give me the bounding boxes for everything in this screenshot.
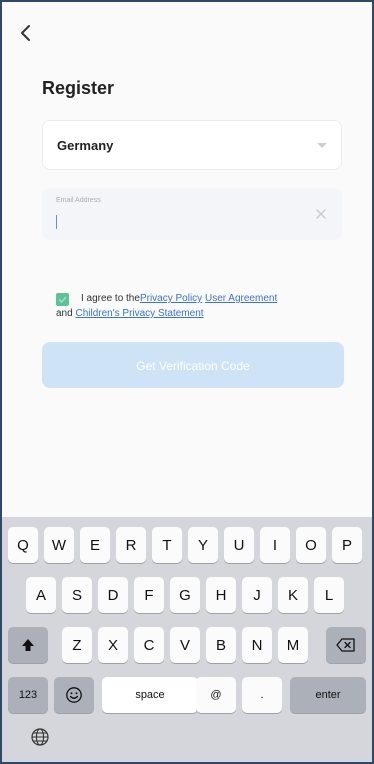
keyboard: Q W E R T Y U I O P A S D F G H J K L Z … bbox=[2, 517, 372, 762]
key-d[interactable]: D bbox=[98, 577, 128, 613]
key-w[interactable]: W bbox=[44, 527, 74, 563]
key-m[interactable]: M bbox=[278, 627, 308, 663]
enter-key[interactable]: enter bbox=[290, 677, 366, 713]
dot-key[interactable]: . bbox=[242, 677, 282, 713]
backspace-key[interactable] bbox=[326, 627, 366, 663]
email-label: Email Address bbox=[56, 197, 101, 204]
children-privacy-link[interactable]: Children's Privacy Statement bbox=[75, 308, 203, 319]
key-t[interactable]: T bbox=[152, 527, 182, 563]
email-field[interactable]: Email Address bbox=[42, 188, 342, 240]
key-f[interactable]: F bbox=[134, 577, 164, 613]
key-r[interactable]: R bbox=[116, 527, 146, 563]
key-e[interactable]: E bbox=[80, 527, 110, 563]
key-v[interactable]: V bbox=[170, 627, 200, 663]
backspace-icon bbox=[336, 638, 355, 652]
country-value: Germany bbox=[57, 138, 114, 153]
check-icon bbox=[58, 296, 67, 303]
caret-down-icon bbox=[317, 143, 327, 148]
privacy-policy-link[interactable]: Privacy Policy bbox=[140, 293, 202, 304]
key-s[interactable]: S bbox=[62, 577, 92, 613]
key-p[interactable]: P bbox=[332, 527, 362, 563]
key-l[interactable]: L bbox=[314, 577, 344, 613]
agree-and: and bbox=[56, 308, 73, 319]
get-verification-code-button[interactable]: Get Verification Code bbox=[42, 342, 344, 388]
page-title: Register bbox=[42, 78, 115, 98]
key-k[interactable]: K bbox=[278, 577, 308, 613]
key-n[interactable]: N bbox=[242, 627, 272, 663]
agree-checkbox[interactable] bbox=[56, 293, 69, 306]
key-h[interactable]: H bbox=[206, 577, 236, 613]
country-select[interactable]: Germany bbox=[42, 120, 342, 170]
chevron-left-icon[interactable] bbox=[16, 22, 38, 44]
globe-key[interactable] bbox=[26, 723, 54, 751]
key-c[interactable]: C bbox=[134, 627, 164, 663]
at-key[interactable]: @ bbox=[196, 677, 236, 713]
agree-prefix: I agree to the bbox=[81, 293, 140, 304]
globe-icon bbox=[31, 728, 49, 746]
key-y[interactable]: Y bbox=[188, 527, 218, 563]
key-j[interactable]: J bbox=[242, 577, 272, 613]
text-cursor bbox=[56, 215, 57, 229]
key-z[interactable]: Z bbox=[62, 627, 92, 663]
verify-label: Get Verification Code bbox=[136, 358, 250, 373]
emoji-icon bbox=[66, 687, 82, 703]
key-b[interactable]: B bbox=[206, 627, 236, 663]
key-o[interactable]: O bbox=[296, 527, 326, 563]
key-u[interactable]: U bbox=[224, 527, 254, 563]
space-key[interactable]: space bbox=[102, 677, 198, 713]
key-i[interactable]: I bbox=[260, 527, 290, 563]
shift-key[interactable] bbox=[8, 627, 48, 663]
clear-x-icon[interactable] bbox=[314, 207, 328, 221]
emoji-key[interactable] bbox=[54, 677, 94, 713]
screen: Register Germany Email Address I agree t… bbox=[0, 0, 374, 764]
key-q[interactable]: Q bbox=[8, 527, 38, 563]
key-g[interactable]: G bbox=[170, 577, 200, 613]
key-a[interactable]: A bbox=[26, 577, 56, 613]
shift-icon bbox=[22, 639, 34, 651]
numbers-key[interactable]: 123 bbox=[8, 677, 48, 713]
key-x[interactable]: X bbox=[98, 627, 128, 663]
user-agreement-link[interactable]: User Agreement bbox=[205, 293, 277, 304]
